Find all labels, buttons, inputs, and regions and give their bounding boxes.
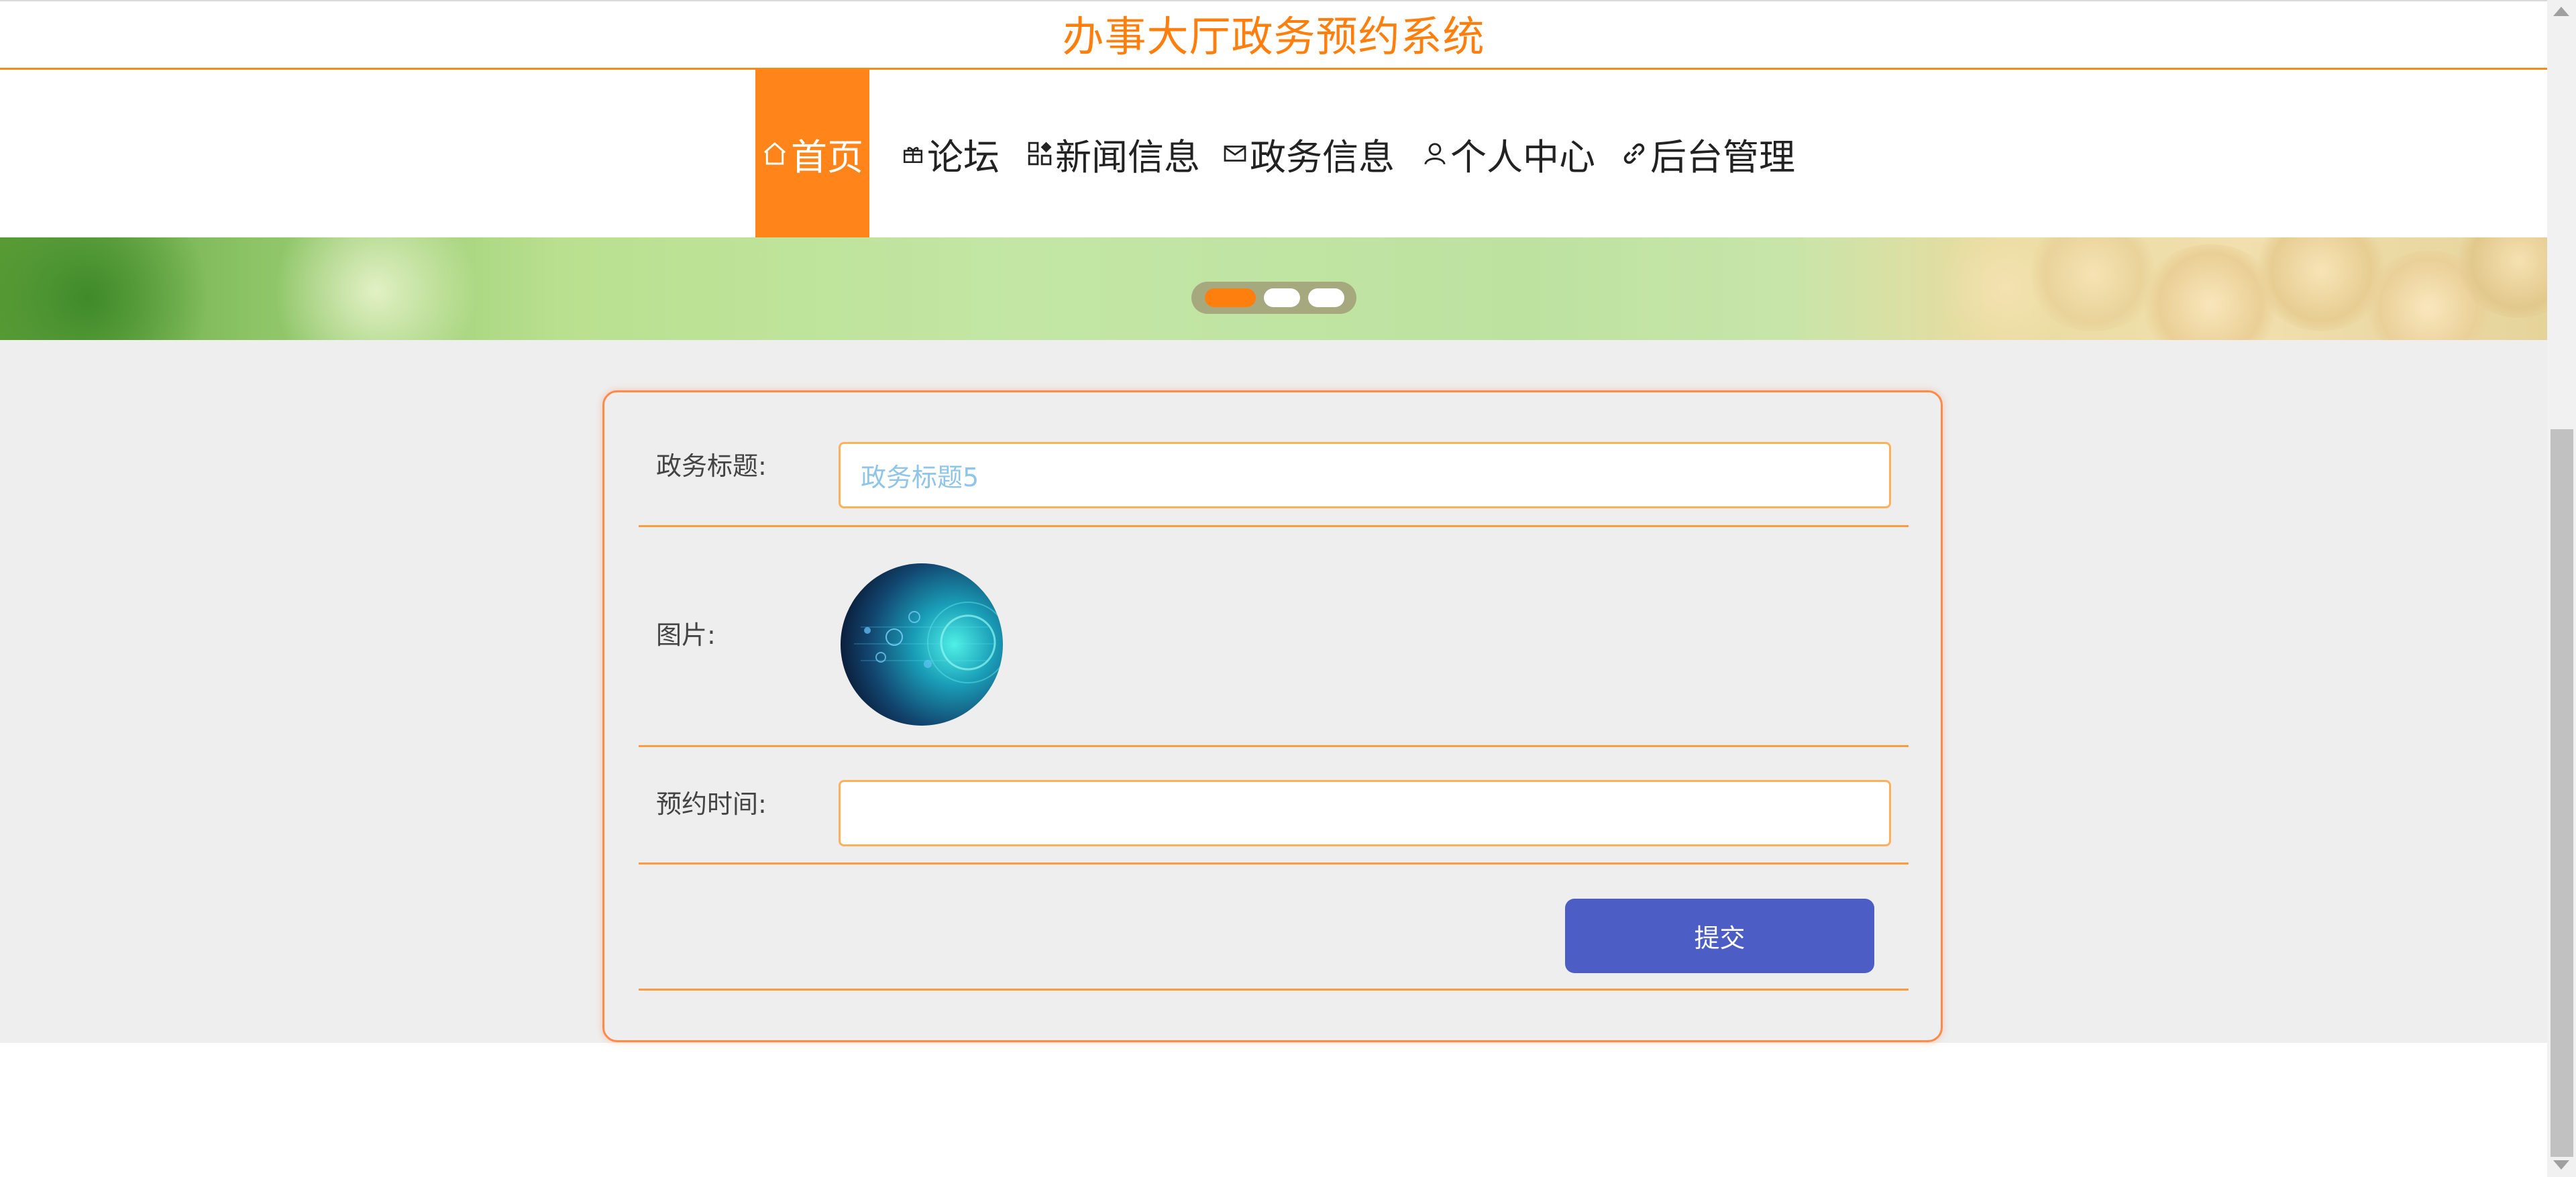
- user-icon: [1424, 143, 1446, 165]
- time-label: 预约时间:: [656, 789, 767, 819]
- nav-item-gov-info[interactable]: 政务信息: [1223, 70, 1395, 237]
- scroll-up-arrow[interactable]: [2553, 7, 2569, 16]
- gov-image-thumbnail[interactable]: [841, 563, 1003, 726]
- carousel-dot-2[interactable]: [1264, 288, 1300, 307]
- site-title: 办事大厅政务预约系统: [1062, 12, 1485, 61]
- home-icon: [764, 142, 786, 165]
- nav-item-label: 个人中心: [1450, 135, 1595, 178]
- nav-item-forum[interactable]: 论坛: [902, 70, 1000, 237]
- nav-item-home[interactable]: 首页: [755, 70, 869, 237]
- gift-icon: [903, 147, 923, 164]
- divider: [639, 862, 1909, 864]
- scrollbar-thumb[interactable]: [2551, 429, 2573, 1157]
- carousel-indicators: [1191, 282, 1356, 314]
- title-label: 政务标题:: [656, 451, 767, 481]
- nav-item-label: 首页: [791, 135, 863, 178]
- nav-item-label: 新闻信息: [1055, 135, 1200, 178]
- image-label: 图片:: [656, 620, 716, 650]
- mail-icon: [1224, 146, 1246, 162]
- scroll-down-arrow[interactable]: [2553, 1160, 2569, 1170]
- nav-item-admin[interactable]: 后台管理: [1621, 70, 1795, 237]
- header-bar: 办事大厅政务预约系统: [0, 0, 2547, 70]
- nav-item-profile[interactable]: 个人中心: [1422, 70, 1595, 237]
- nav-item-news[interactable]: 新闻信息: [1027, 70, 1200, 237]
- carousel-dot-1[interactable]: [1205, 288, 1256, 307]
- nav-item-label: 后台管理: [1650, 135, 1795, 178]
- submit-button[interactable]: 提交: [1565, 899, 1874, 973]
- carousel-dot-3[interactable]: [1308, 288, 1344, 307]
- main-nav: 首页 论坛 新闻信息 政务信息 个人中心 后台管理: [0, 70, 2547, 237]
- divider: [639, 745, 1909, 747]
- title-input[interactable]: [839, 442, 1891, 508]
- nav-item-label: 论坛: [927, 135, 1000, 178]
- divider: [639, 525, 1909, 527]
- appointment-time-input[interactable]: [839, 780, 1891, 846]
- nav-item-label: 政务信息: [1250, 135, 1395, 178]
- grid-icon: [1028, 142, 1052, 166]
- divider: [639, 989, 1909, 991]
- link-icon: [1623, 143, 1645, 164]
